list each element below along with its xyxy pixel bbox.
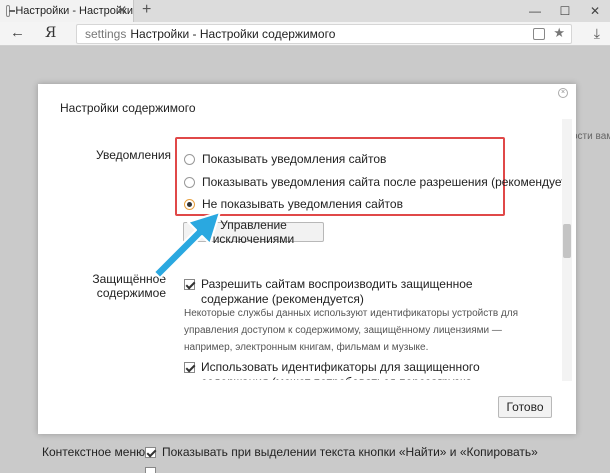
allow-protected-checkbox[interactable] (184, 279, 195, 290)
address-text: Настройки - Настройки содержимого (130, 27, 336, 41)
background-checkbox-2[interactable] (145, 467, 156, 473)
tab-title: Настройки - Настройки (15, 5, 133, 17)
browser-tab[interactable]: Настройки - Настройки ✕ (0, 0, 134, 22)
radio-label: Показывать уведомления сайта после разре… (202, 175, 562, 189)
context-menu-label: Контекстное меню (42, 445, 146, 459)
browser-navbar: ← Я settings Настройки - Настройки содер… (0, 22, 610, 46)
address-prefix: settings (85, 27, 127, 41)
minimize-icon[interactable]: — (520, 0, 550, 22)
allow-protected-label: Разрешить сайтам воспроизводить защищенн… (201, 277, 473, 306)
manage-exceptions-button[interactable]: Управление исключениями (183, 218, 324, 246)
window-close-icon[interactable]: ✕ (580, 0, 610, 22)
use-identifiers-label: Использовать идентификаторы для защищенн… (201, 360, 480, 380)
context-menu-checkbox[interactable] (145, 447, 156, 458)
settings-favicon-icon (6, 5, 16, 17)
new-tab-button[interactable]: + (142, 1, 151, 19)
use-identifiers-option[interactable]: Использовать идентификаторы для защищенн… (184, 360, 521, 380)
content-settings-dialog: Настройки содержимого × Уведомления Пока… (38, 84, 576, 434)
done-button[interactable]: Готово (498, 396, 552, 418)
allow-protected-content-option[interactable]: Разрешить сайтам воспроизводить защищенн… (184, 277, 521, 307)
back-arrow-icon[interactable]: ← (10, 24, 25, 41)
dialog-content: Уведомления Показывать уведомления сайто… (38, 84, 562, 380)
yandex-logo-icon[interactable]: Я (45, 25, 56, 41)
radio-do-not-show[interactable]: Не показывать уведомления сайтов (184, 197, 403, 211)
address-bar[interactable]: settings Настройки - Настройки содержимо… (76, 24, 572, 44)
bookmark-star-icon[interactable]: ★ (553, 25, 565, 41)
maximize-icon[interactable]: ☐ (550, 0, 580, 22)
browser-titlebar: Настройки - Настройки ✕ + — ☐ ✕ (0, 0, 610, 22)
background-partial-text: ости вам (572, 131, 610, 142)
radio-show-notifications[interactable]: Показывать уведомления сайтов (184, 152, 386, 166)
protected-content-description: Некоторые службы данных используют идент… (184, 308, 518, 353)
radio-label: Показывать уведомления сайтов (202, 152, 387, 166)
radio-button[interactable] (184, 153, 195, 165)
window-controls: — ☐ ✕ (520, 0, 610, 22)
download-icon[interactable]: ⤓ (594, 25, 600, 42)
notifications-label: Уведомления (96, 148, 172, 162)
radio-button[interactable] (184, 176, 195, 188)
extension-icon[interactable] (533, 28, 545, 40)
radio-show-after-permission[interactable]: Показывать уведомления сайта после разре… (184, 175, 562, 189)
protected-content-label: Защищённое содержимое (92, 272, 166, 300)
radio-label: Не показывать уведомления сайтов (202, 197, 403, 211)
scrollbar-thumb[interactable] (563, 224, 571, 258)
use-identifiers-checkbox[interactable] (184, 362, 195, 373)
tab-close-icon[interactable]: ✕ (117, 3, 127, 17)
radio-button-selected[interactable] (184, 198, 195, 210)
context-menu-option-text: Показывать при выделении текста кнопки «… (162, 445, 538, 459)
